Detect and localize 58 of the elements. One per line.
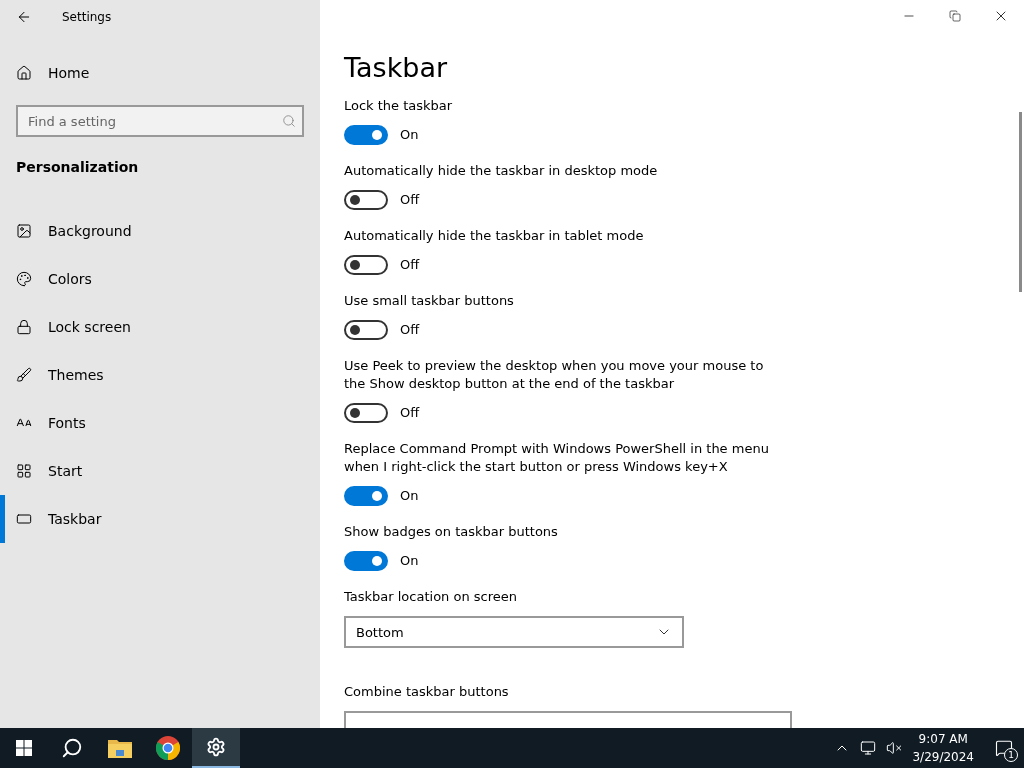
page-title: Taskbar: [344, 52, 449, 83]
setting-label: Use Peek to preview the desktop when you move your mouse to the Show desktop button at the end of the taskbar: [344, 357, 765, 393]
grid-icon: [16, 463, 32, 479]
toggle-state: On: [400, 552, 419, 570]
scrollbar[interactable]: [1019, 112, 1022, 292]
home-icon: [16, 65, 32, 81]
setting-label: Taskbar location on screen: [344, 588, 518, 606]
toggle-state: On: [400, 487, 419, 505]
notifications-button[interactable]: 1: [984, 728, 1024, 768]
setting-label: Automatically hide the taskbar in desktop mode: [344, 162, 659, 180]
toggle-state: Off: [400, 404, 420, 422]
folder-icon: [108, 738, 132, 758]
setting-label: Show badges on taskbar buttons: [344, 523, 559, 541]
home-item[interactable]: Home: [0, 49, 320, 97]
home-label: Home: [48, 65, 90, 81]
toggle-switch[interactable]: [344, 486, 388, 506]
sidebar-item[interactable]: Background: [0, 207, 320, 255]
sidebar-item[interactable]: Start: [0, 447, 320, 495]
toggle-switch[interactable]: [344, 190, 388, 210]
clock[interactable]: 9:07 AM 3/29/2024: [912, 730, 974, 766]
gear-icon: [206, 737, 226, 757]
panel-icon: [16, 511, 32, 527]
setting-label: Replace Command Prompt with Windows PowerShell in the menu when I right-click the start button or press Windows key+X: [344, 440, 770, 476]
sidebar-item[interactable]: Themes: [0, 351, 320, 399]
search-field[interactable]: Find a setting: [16, 105, 304, 137]
sidebar-item[interactable]: Colors: [0, 255, 320, 303]
network-icon[interactable]: [860, 740, 877, 756]
toggle-switch[interactable]: [344, 125, 388, 145]
toggle-switch[interactable]: [344, 551, 388, 571]
toggle-state: On: [400, 126, 419, 144]
settings-button[interactable]: [192, 728, 240, 768]
restore-icon: [949, 10, 961, 22]
search-icon: [61, 737, 83, 759]
search-icon: [282, 114, 296, 128]
sidebar-item[interactable]: Lock screen: [0, 303, 320, 351]
brush-icon: [16, 367, 32, 383]
notification-count: 1: [1004, 748, 1018, 762]
setting-label: Automatically hide the taskbar in tablet mode: [344, 227, 645, 245]
section-heading: Personalization: [16, 159, 139, 175]
muted-speaker-icon[interactable]: [886, 740, 903, 756]
toggle-switch[interactable]: [344, 320, 388, 340]
toggle-switch[interactable]: [344, 403, 388, 423]
palette-icon: [16, 271, 32, 287]
setting-label: Use small taskbar buttons: [344, 292, 515, 310]
browser-icon: [156, 736, 180, 760]
toggle-state: Off: [400, 321, 420, 339]
picture-icon: [16, 223, 32, 239]
dropdown[interactable]: Bottom: [344, 616, 684, 648]
window-title: Settings: [62, 9, 112, 24]
message-icon: [995, 739, 1013, 757]
toggle-state: Off: [400, 191, 420, 209]
windows-logo-icon: [16, 740, 32, 756]
setting-label: Combine taskbar buttons: [344, 683, 510, 701]
setting-label: Lock the taskbar: [344, 97, 454, 115]
lock-icon: [16, 319, 32, 335]
toggle-state: Off: [400, 256, 420, 274]
toggle-switch[interactable]: [344, 255, 388, 275]
sidebar-item[interactable]: Fonts: [0, 399, 320, 447]
